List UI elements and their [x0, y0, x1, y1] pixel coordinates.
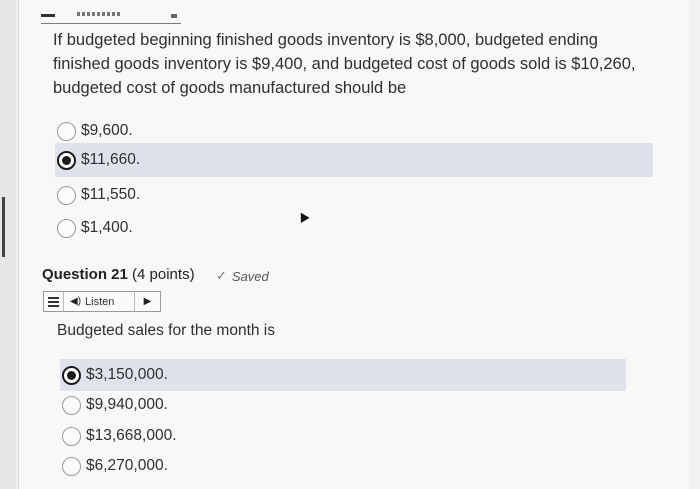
radio-button[interactable]: [62, 395, 81, 415]
speaker-icon: ◀): [70, 296, 82, 307]
listen-player: ◀) Listen ▶: [43, 291, 161, 312]
option-label: $13,668,000.: [86, 427, 177, 444]
q1-option-2[interactable]: $11,660.: [55, 143, 653, 177]
left-edge-bar: [0, 0, 16, 489]
q1-option-4[interactable]: $1,400.: [55, 211, 653, 245]
option-label: $11,550.: [81, 186, 141, 203]
scroll-marker: [2, 197, 5, 257]
radio-button-selected[interactable]: [62, 365, 81, 385]
q21-option-1[interactable]: $3,150,000.: [60, 359, 626, 391]
question-21-heading: Question 21 (4 points): [42, 266, 195, 283]
menu-icon[interactable]: [44, 292, 64, 311]
question-points: (4 points): [132, 266, 195, 283]
option-label: $9,940,000.: [86, 396, 168, 413]
previous-question-remnant: [41, 6, 181, 24]
q21-option-4[interactable]: $6,270,000.: [60, 450, 626, 482]
check-icon: ✓: [216, 268, 227, 283]
question-title: Question 21: [42, 266, 128, 283]
saved-status: ✓ Saved: [216, 268, 269, 284]
q1-option-3[interactable]: $11,550.: [55, 178, 653, 212]
question-21-text: Budgeted sales for the month is: [57, 322, 275, 339]
radio-button[interactable]: [57, 218, 76, 238]
quiz-panel: If budgeted beginning finished goods inv…: [18, 0, 690, 489]
radio-button[interactable]: [57, 121, 76, 141]
q21-option-3[interactable]: $13,668,000.: [60, 420, 626, 452]
saved-label: Saved: [231, 268, 269, 284]
option-label: $1,400.: [81, 219, 133, 236]
option-label: $11,660.: [81, 151, 141, 168]
listen-button-label[interactable]: Listen: [85, 296, 114, 308]
question-1-text: If budgeted beginning finished goods inv…: [53, 31, 636, 97]
option-label: $9,600.: [81, 122, 133, 139]
radio-button[interactable]: [62, 426, 81, 446]
option-label: $6,270,000.: [86, 457, 168, 474]
radio-button[interactable]: [57, 185, 76, 205]
radio-button-selected[interactable]: [57, 150, 76, 170]
radio-button[interactable]: [62, 456, 81, 476]
play-icon[interactable]: ▶: [134, 292, 160, 311]
q21-option-2[interactable]: $9,940,000.: [60, 389, 626, 421]
option-label: $3,150,000.: [86, 366, 168, 383]
